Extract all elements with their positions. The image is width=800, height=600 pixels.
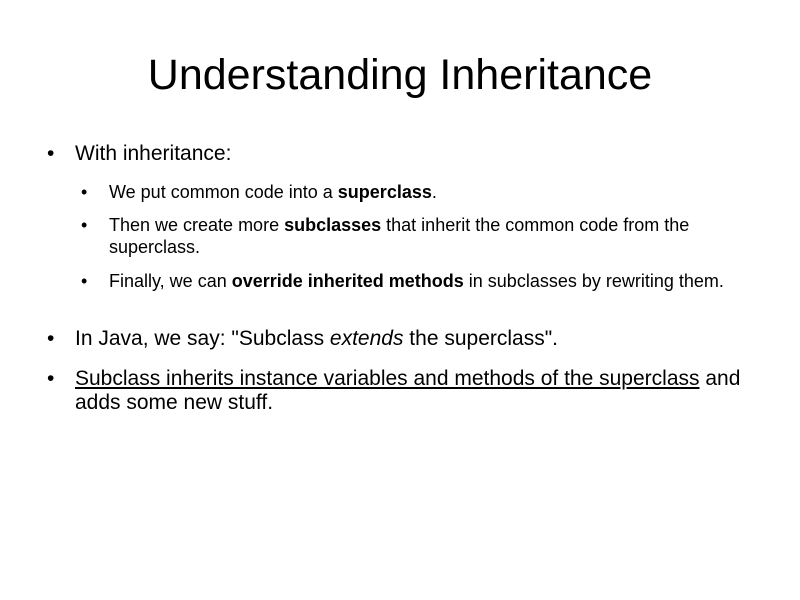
bullet-dot-icon: •: [81, 271, 88, 291]
bold-term: subclasses: [284, 215, 382, 235]
bullet-text: With inheritance:: [75, 142, 765, 166]
text-run: Finally, we can: [109, 271, 232, 291]
text-run: .: [431, 182, 437, 202]
text-run: Then we create more: [109, 215, 285, 235]
bold-term: superclass: [337, 182, 432, 202]
text-run: the superclass".: [403, 327, 558, 350]
bullet-dot-icon: •: [81, 182, 88, 202]
underlined-text: Subclass inherits instance variables and…: [75, 367, 700, 390]
bullet-text: Finally, we can override inherited metho…: [109, 270, 774, 292]
bullet-dot-icon: •: [81, 215, 88, 235]
text-run: We put common code into a: [109, 182, 338, 202]
bullet-text: We put common code into a superclass.: [109, 181, 774, 203]
bullet-text: In Java, we say: "Subclass extends the s…: [75, 327, 765, 351]
bullet-dot-icon: •: [47, 327, 55, 350]
slide: Understanding Inheritance • With inherit…: [0, 0, 800, 600]
bullet-dot-icon: •: [47, 142, 55, 165]
text-run: With inheritance:: [75, 142, 232, 165]
text-run: In Java, we say: "Subclass: [75, 327, 330, 350]
bullet-text: Then we create more subclasses that inhe…: [109, 214, 774, 258]
slide-title: Understanding Inheritance: [147, 51, 653, 99]
bullet-dot-icon: •: [47, 367, 55, 390]
italic-term: extends: [329, 327, 404, 350]
bullet-text: Subclass inherits instance variables and…: [75, 367, 765, 415]
text-run: in subclasses by rewriting them.: [463, 271, 724, 291]
bold-term: override inherited methods: [231, 271, 464, 291]
